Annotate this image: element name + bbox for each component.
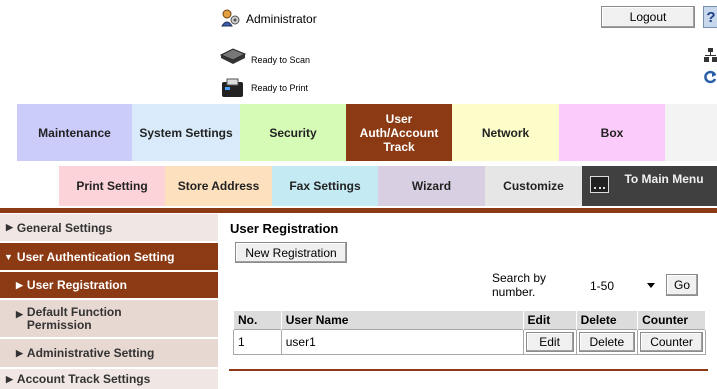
refresh-icon[interactable] [704, 70, 717, 84]
caret-down-icon: ▼ [4, 251, 13, 262]
counter-button[interactable]: Counter [640, 331, 703, 352]
caret-right-icon: ▶ [6, 222, 13, 232]
tab-print-setting[interactable]: Print Setting [59, 166, 165, 206]
tab-maintenance[interactable]: Maintenance [17, 104, 132, 161]
print-status: Ready to Print [251, 83, 309, 93]
table-row: 1 user1 Edit Delete Counter [233, 328, 706, 355]
sub-tab-bar: Print Setting Store Address Fax Settings… [0, 166, 717, 208]
content-divider [229, 369, 708, 371]
search-by-number-label: Search by number. [492, 271, 547, 299]
tab-divider [0, 208, 717, 213]
menu-default-function-permission[interactable]: ▶ Default Function Permission [0, 300, 218, 337]
caret-right-icon: ▶ [6, 373, 13, 384]
user-table: No. User Name Edit Delete Counter 1 user… [233, 311, 706, 355]
dropdown-arrow-icon [647, 283, 655, 288]
menu-account-track-settings[interactable]: ▶ Account Track Settings [0, 369, 218, 389]
edit-button[interactable]: Edit [525, 331, 574, 352]
cell-no: 1 [233, 328, 282, 355]
menu-administrative-setting[interactable]: ▶ Administrative Setting [0, 339, 218, 367]
sitemap-icon[interactable] [704, 48, 717, 62]
tab-box[interactable]: Box [559, 104, 665, 161]
tab-customize[interactable]: Customize [485, 166, 582, 206]
scan-status: Ready to Scan [251, 55, 311, 65]
range-select[interactable]: 1-50 [585, 276, 661, 296]
column-header-counter: Counter [637, 311, 706, 329]
column-header-user-name: User Name [280, 311, 524, 329]
tab-fax-settings[interactable]: Fax Settings [272, 166, 378, 206]
menu-user-authentication-setting[interactable]: ▼ User Authentication Setting [0, 243, 218, 270]
cell-user-name: user1 [280, 328, 524, 355]
menu-general-settings[interactable]: ▶ General Settings [0, 214, 218, 241]
new-registration-button[interactable]: New Registration [235, 242, 347, 263]
administrator-icon [221, 9, 240, 27]
tab-network[interactable]: Network [452, 104, 559, 161]
logout-button[interactable]: Logout [601, 6, 695, 28]
tab-user-auth-account-track[interactable]: User Auth/Account Track [346, 104, 452, 161]
column-header-edit: Edit [522, 311, 577, 329]
printer-icon [222, 78, 243, 97]
caret-right-icon: ▶ [16, 279, 23, 290]
tab-store-address[interactable]: Store Address [165, 166, 272, 206]
caret-right-icon: ▶ [16, 347, 23, 358]
delete-button[interactable]: Delete [578, 331, 636, 352]
main-tab-bar: Maintenance System Settings Security Use… [0, 104, 717, 164]
to-main-menu-button[interactable]: To Main Menu [582, 166, 717, 206]
scanner-icon [219, 48, 247, 64]
menu-user-registration[interactable]: ▶ User Registration [0, 272, 218, 298]
table-header-row: No. User Name Edit Delete Counter [233, 311, 706, 329]
tab-wizard[interactable]: Wizard [378, 166, 485, 206]
page-title: User Registration [230, 221, 339, 236]
main-menu-icon [590, 176, 609, 193]
tab-security[interactable]: Security [240, 104, 346, 161]
help-icon[interactable]: ? [703, 6, 717, 28]
go-button[interactable]: Go [666, 274, 698, 296]
tab-system-settings[interactable]: System Settings [132, 104, 240, 161]
administrator-label: Administrator [246, 12, 317, 26]
column-header-no: No. [233, 311, 282, 329]
caret-right-icon: ▶ [16, 309, 23, 319]
tab-bar-filler [665, 104, 717, 161]
column-header-delete: Delete [575, 311, 639, 329]
